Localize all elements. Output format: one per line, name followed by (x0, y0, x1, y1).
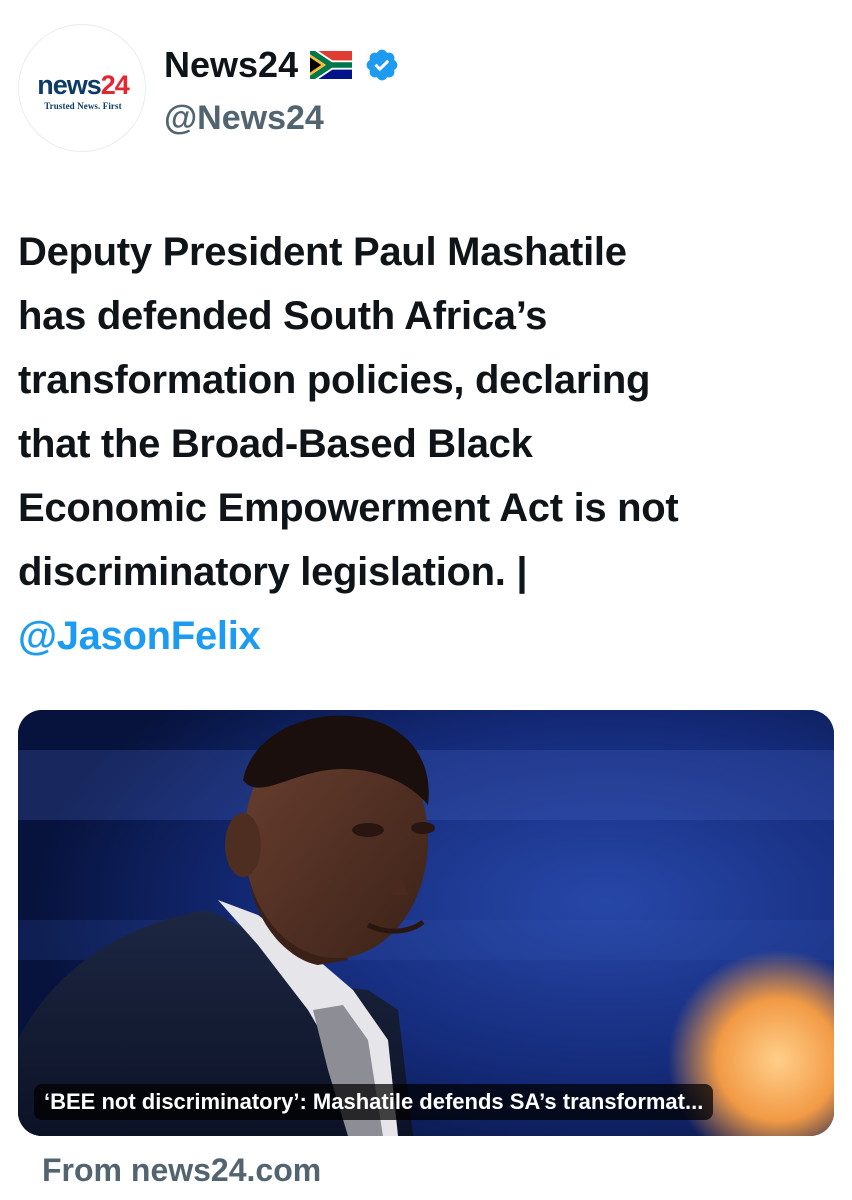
south-africa-flag-icon (310, 51, 353, 79)
link-card-source[interactable]: From news24.com (42, 1148, 321, 1192)
tweet-line: transformation policies, declaring (18, 358, 651, 402)
tweet-text: Deputy President Paul Mashatile has defe… (18, 220, 838, 668)
verified-badge-icon (366, 49, 398, 81)
article-photo (18, 710, 834, 1136)
link-card-headline: ‘BEE not discriminatory’: Mashatile defe… (34, 1084, 714, 1120)
name-row: News24 (164, 42, 400, 88)
news24-logo: news24 (37, 70, 130, 100)
avatar[interactable]: news24 Trusted News. First (18, 24, 146, 152)
account-handle[interactable]: @News24 (164, 96, 324, 140)
tweet-line: Economic Empowerment Act is not (18, 486, 679, 530)
tweet-header: news24 Trusted News. First News24 @News2… (18, 24, 834, 154)
tweet-line: Deputy President Paul Mashatile (18, 230, 627, 274)
tweet-line: has defended South Africa’s (18, 294, 548, 338)
display-name[interactable]: News24 (164, 43, 298, 87)
link-card[interactable]: ‘BEE not discriminatory’: Mashatile defe… (18, 710, 834, 1136)
mention-link[interactable]: @JasonFelix (18, 604, 838, 668)
logo-tagline: Trusted News. First (44, 101, 122, 111)
tweet-line: discriminatory legislation. | (18, 550, 528, 594)
tweet-line: that the Broad-Based Black (18, 422, 533, 466)
